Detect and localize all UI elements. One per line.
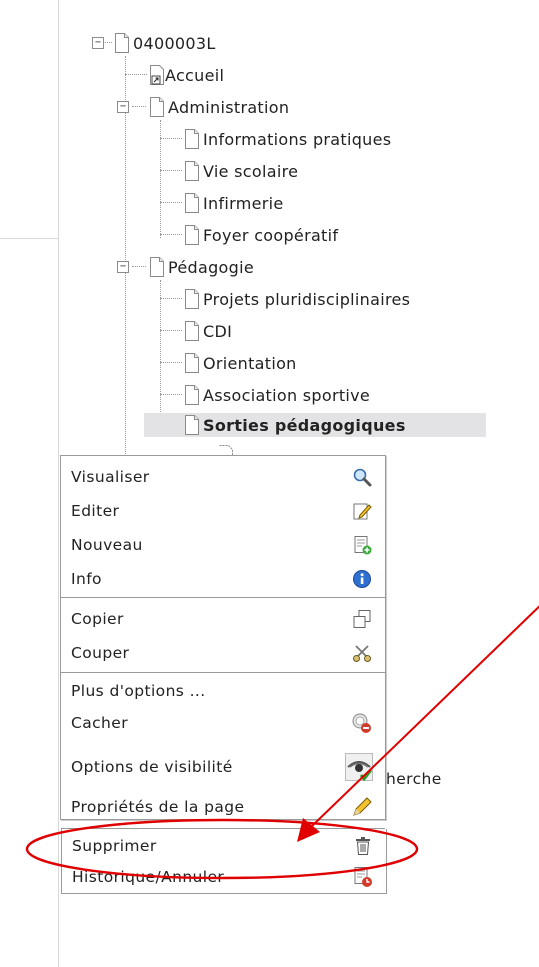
- page-icon: [114, 33, 130, 53]
- tree-node-label: Foyer coopératif: [203, 225, 339, 245]
- menu-item-info[interactable]: Info: [61, 564, 385, 594]
- page-icon: [184, 161, 200, 181]
- page-icon: [184, 129, 200, 149]
- collapse-toggle[interactable]: −: [117, 101, 129, 113]
- tree-connector: [160, 170, 182, 171]
- tree-node-label: Sorties pédagogiques: [203, 415, 406, 435]
- page-icon: [184, 385, 200, 405]
- tree-node-informations-pratiques[interactable]: Informations pratiques: [184, 127, 391, 151]
- tree-node-label: Accueil: [165, 65, 225, 85]
- tree-node-label: Orientation: [203, 353, 297, 373]
- tree-connector: [160, 362, 182, 363]
- page-icon: [184, 193, 200, 213]
- context-menu-lower: Supprimer Historique/Annuler: [61, 829, 387, 894]
- menu-item-visualiser[interactable]: Visualiser: [61, 462, 385, 492]
- search-text-fragment: herche: [386, 770, 442, 788]
- menu-item-copier[interactable]: Copier: [61, 604, 385, 634]
- context-menu: Visualiser Editer Nouveau Info Copier Co…: [60, 455, 386, 820]
- pencil-icon: [351, 796, 373, 818]
- menu-item-options-de-visibilite[interactable]: Options de visibilité: [61, 750, 385, 784]
- page-icon: [149, 97, 165, 117]
- page-shortcut-icon: [150, 65, 164, 85]
- menu-item-plus-doptions[interactable]: Plus d'options ...: [61, 676, 385, 706]
- left-panel: [0, 0, 59, 967]
- tree-node-label: Administration: [168, 97, 290, 117]
- page-icon: [184, 289, 200, 309]
- left-panel-divider: [0, 238, 58, 239]
- menu-item-label: Plus d'options ...: [71, 682, 206, 700]
- page-icon: [184, 321, 200, 341]
- tree-connector: [160, 394, 182, 395]
- info-icon: [351, 568, 373, 590]
- menu-item-label: Copier: [71, 610, 124, 628]
- collapse-toggle[interactable]: −: [117, 261, 129, 273]
- menu-item-historique-annuler[interactable]: Historique/Annuler: [62, 862, 386, 892]
- tree-node-label: Infirmerie: [203, 193, 284, 213]
- tree-node-pedagogie[interactable]: Pédagogie: [149, 255, 254, 279]
- magnifier-icon: [351, 466, 373, 488]
- tree-node-orientation[interactable]: Orientation: [184, 351, 297, 375]
- page-icon: [184, 225, 200, 245]
- tree-connector: [125, 74, 147, 75]
- menu-item-label: Options de visibilité: [71, 758, 233, 776]
- tree-node-association-sportive[interactable]: Association sportive: [184, 383, 370, 407]
- menu-item-label: Couper: [71, 644, 130, 662]
- history-icon: [352, 866, 374, 888]
- menu-item-label: Nouveau: [71, 536, 143, 554]
- tree-node-sorties-pedagogiques[interactable]: Sorties pédagogiques: [144, 413, 486, 437]
- menu-item-editer[interactable]: Editer: [61, 496, 385, 526]
- menu-item-label: Cacher: [71, 714, 128, 732]
- copy-icon: [351, 608, 373, 630]
- tree-connector: [160, 138, 182, 139]
- tree-node-infirmerie[interactable]: Infirmerie: [184, 191, 284, 215]
- menu-separator: [61, 597, 385, 598]
- eye-icon: [345, 753, 373, 781]
- menu-item-label: Historique/Annuler: [72, 868, 225, 886]
- page-icon: [184, 415, 200, 435]
- tree-connector: [160, 280, 161, 430]
- tree-node-label: Vie scolaire: [203, 161, 299, 181]
- tree-connector: [160, 330, 182, 331]
- menu-item-nouveau[interactable]: Nouveau: [61, 530, 385, 560]
- tree-node-label: 0400003L: [133, 33, 216, 53]
- tree-node-label: Pédagogie: [168, 257, 254, 277]
- hide-icon: [351, 712, 373, 734]
- tree-node-administration[interactable]: Administration: [149, 95, 289, 119]
- menu-item-proprietes-de-la-page[interactable]: Propriétés de la page: [61, 792, 385, 822]
- collapse-toggle[interactable]: −: [92, 37, 104, 49]
- tree-node-label: Informations pratiques: [203, 129, 392, 149]
- new-page-icon: [351, 534, 373, 556]
- trash-icon: [352, 835, 374, 857]
- menu-item-label: Visualiser: [71, 468, 150, 486]
- tree-node-foyer-cooperatif[interactable]: Foyer coopératif: [184, 223, 338, 247]
- page-icon: [149, 257, 165, 277]
- tree-connector: [132, 266, 146, 267]
- menu-item-couper[interactable]: Couper: [61, 638, 385, 668]
- edit-page-icon: [351, 500, 373, 522]
- tree-node-cdi[interactable]: CDI: [184, 319, 232, 343]
- tree-connector: [160, 234, 182, 235]
- tree-node-accueil[interactable]: Accueil: [149, 63, 224, 87]
- tree-node-projets-pluridisciplinaires[interactable]: Projets pluridisciplinaires: [184, 287, 410, 311]
- tree-connector: [160, 298, 182, 299]
- tree-node-label: CDI: [203, 321, 233, 341]
- menu-item-label: Info: [71, 570, 102, 588]
- menu-item-cacher[interactable]: Cacher: [61, 708, 385, 738]
- menu-item-label: Editer: [71, 502, 120, 520]
- tree-connector: [132, 106, 146, 107]
- menu-item-label: Supprimer: [72, 837, 157, 855]
- page-icon: [184, 353, 200, 373]
- menu-separator: [61, 672, 385, 673]
- tree-node-label: Association sportive: [203, 385, 371, 405]
- tree-connector: [160, 202, 182, 203]
- menu-item-supprimer[interactable]: Supprimer: [62, 831, 386, 861]
- tree-node-root[interactable]: 0400003L: [114, 31, 216, 55]
- tree-node-label: Projets pluridisciplinaires: [203, 289, 411, 309]
- scissors-icon: [351, 642, 373, 664]
- menu-item-label: Propriétés de la page: [71, 798, 245, 816]
- tree-node-vie-scolaire[interactable]: Vie scolaire: [184, 159, 298, 183]
